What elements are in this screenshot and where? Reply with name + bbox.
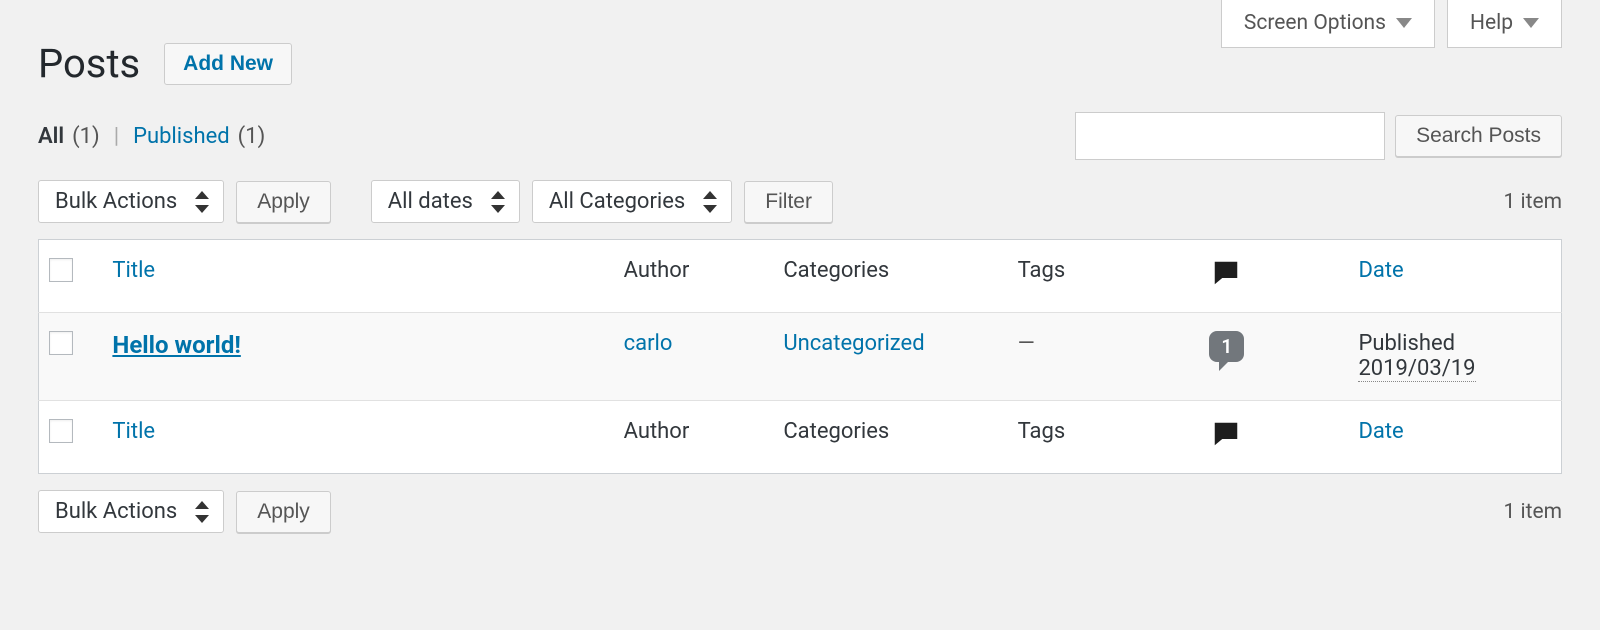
- search-posts-button[interactable]: Search Posts: [1395, 115, 1562, 157]
- date-filter-select[interactable]: All dates: [371, 180, 520, 223]
- bulk-actions-label-bottom: Bulk Actions: [55, 499, 177, 524]
- column-categories: Categories: [773, 240, 1007, 313]
- caret-down-icon: [1523, 18, 1539, 28]
- apply-button[interactable]: Apply: [236, 181, 331, 223]
- date-filter-label: All dates: [388, 189, 473, 214]
- post-date-value: 2019/03/19: [1358, 356, 1475, 382]
- screen-options-label: Screen Options: [1244, 11, 1386, 35]
- select-all-checkbox-bottom[interactable]: [49, 419, 73, 443]
- comments-icon: [1209, 258, 1243, 294]
- column-date[interactable]: Date: [1358, 258, 1403, 283]
- column-author-footer: Author: [614, 401, 774, 474]
- page-title: Posts: [38, 40, 140, 87]
- posts-table: Title Author Categories Tags Date Hello …: [38, 239, 1562, 474]
- column-tags: Tags: [1008, 240, 1200, 313]
- column-title[interactable]: Title: [112, 258, 155, 283]
- category-filter-label: All Categories: [549, 189, 685, 214]
- post-date-status: Published: [1358, 331, 1551, 356]
- category-filter-select[interactable]: All Categories: [532, 180, 732, 223]
- column-title-footer[interactable]: Title: [112, 419, 155, 444]
- search-input[interactable]: [1075, 112, 1385, 160]
- item-count-bottom: 1 item: [1503, 500, 1562, 524]
- filter-all-count: (1): [72, 124, 100, 149]
- separator: |: [108, 124, 125, 149]
- add-new-button[interactable]: Add New: [164, 43, 292, 85]
- row-checkbox[interactable]: [49, 331, 73, 355]
- bulk-actions-label: Bulk Actions: [55, 189, 177, 214]
- post-author-link[interactable]: carlo: [624, 331, 673, 356]
- caret-down-icon: [1396, 18, 1412, 28]
- help-tab[interactable]: Help: [1447, 0, 1562, 48]
- filter-button[interactable]: Filter: [744, 181, 833, 223]
- table-row: Hello world! carlo Uncategorized — 1 Pub…: [39, 313, 1562, 401]
- post-title-link[interactable]: Hello world!: [112, 331, 240, 359]
- apply-button-bottom[interactable]: Apply: [236, 491, 331, 533]
- column-author: Author: [614, 240, 774, 313]
- post-tags: —: [1018, 331, 1035, 356]
- item-count: 1 item: [1503, 190, 1562, 214]
- column-categories-footer: Categories: [773, 401, 1007, 474]
- filter-all-label[interactable]: All: [38, 124, 64, 149]
- help-label: Help: [1470, 11, 1513, 35]
- filter-published-count: (1): [238, 124, 266, 149]
- bulk-actions-select-bottom[interactable]: Bulk Actions: [38, 490, 224, 533]
- column-date-footer[interactable]: Date: [1358, 419, 1403, 444]
- select-all-checkbox[interactable]: [49, 258, 73, 282]
- comments-icon: [1209, 419, 1243, 455]
- column-tags-footer: Tags: [1008, 401, 1200, 474]
- bulk-actions-select[interactable]: Bulk Actions: [38, 180, 224, 223]
- screen-options-tab[interactable]: Screen Options: [1221, 0, 1435, 48]
- post-category-link[interactable]: Uncategorized: [783, 331, 924, 356]
- status-filter-links: All (1) | Published (1): [38, 124, 265, 149]
- filter-published-link[interactable]: Published: [133, 124, 230, 149]
- comment-count-bubble[interactable]: 1: [1209, 331, 1244, 362]
